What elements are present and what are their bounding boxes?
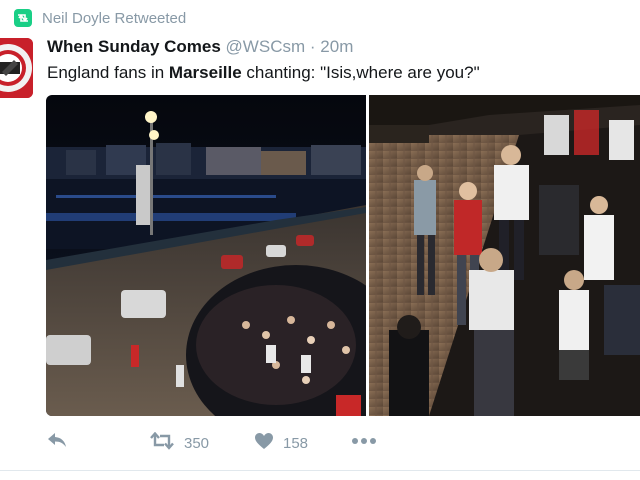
tweet-actions: 350 158 (46, 431, 406, 454)
retweeted-by-label[interactable]: Neil Doyle Retweeted (42, 10, 186, 27)
photo-street-crowd[interactable] (46, 95, 366, 416)
tweet-header: When Sunday Comes @WSCsm · 20m (47, 37, 353, 57)
retweet-icon (149, 431, 175, 454)
tweet-text-part1: England fans in (47, 63, 169, 82)
avatar[interactable] (0, 38, 33, 98)
tweet-text: England fans in Marseille chanting: "Isi… (47, 63, 480, 83)
retweet-context: Neil Doyle Retweeted (14, 9, 186, 27)
retweet-count: 350 (184, 434, 210, 452)
tweet-card: Neil Doyle Retweeted When Sunday Comes @… (0, 0, 640, 480)
reply-button[interactable] (46, 432, 68, 452)
tweet-text-bold: Marseille (168, 63, 242, 82)
tweet-media (46, 95, 640, 416)
reply-icon (46, 432, 68, 452)
retweet-button[interactable]: 350 (149, 431, 210, 454)
display-name[interactable]: When Sunday Comes (47, 37, 221, 56)
separator-dot: · (309, 37, 316, 56)
more-icon (351, 432, 377, 449)
heart-icon (254, 432, 274, 454)
tweet-timestamp[interactable]: 20m (320, 37, 353, 56)
divider (0, 470, 640, 471)
tweet-text-part2: chanting: "Isis,where are you?" (241, 63, 480, 82)
like-button[interactable]: 158 (254, 432, 308, 454)
retweet-badge-icon (14, 9, 32, 27)
more-button[interactable] (351, 432, 377, 449)
user-handle[interactable]: @WSCsm (226, 37, 306, 56)
like-count: 158 (283, 434, 309, 452)
photo-fans-close[interactable] (369, 95, 640, 416)
